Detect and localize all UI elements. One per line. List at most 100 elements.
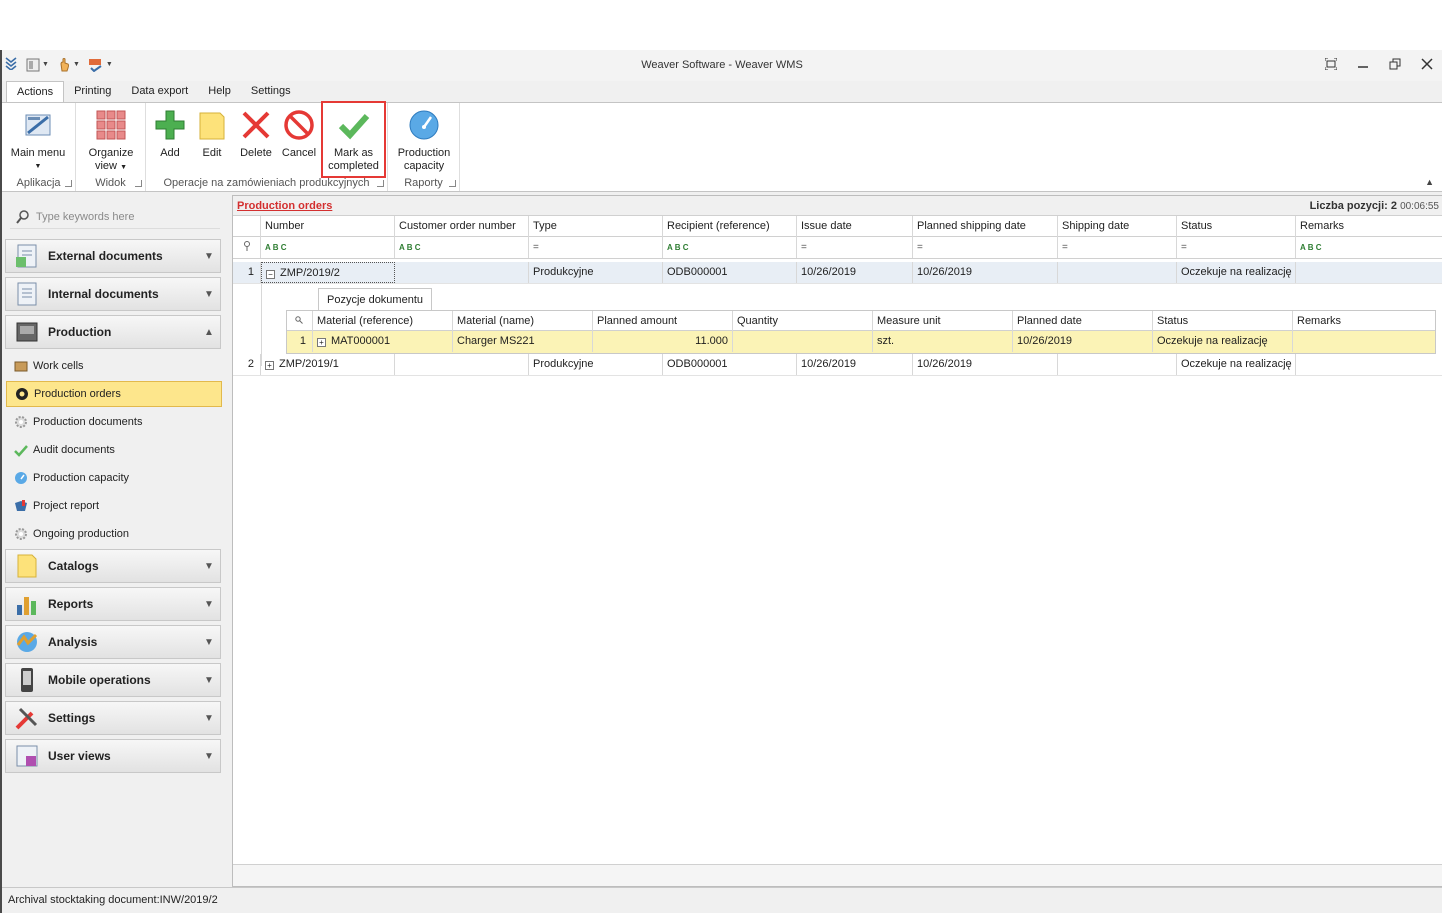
filter-status[interactable]: = xyxy=(1177,237,1296,258)
nav-group-analysis[interactable]: Analysis ▼ xyxy=(5,625,221,659)
column-header-shipping-date[interactable]: Shipping date xyxy=(1058,216,1177,237)
nav-group-production[interactable]: Production ▲ xyxy=(5,315,221,349)
filter-type[interactable]: = xyxy=(529,237,663,258)
group-label-operacje: Operacje na zamówieniach produkcyjnych xyxy=(163,177,370,189)
chevron-down-icon: ▼ xyxy=(204,636,214,648)
restore-icon[interactable] xyxy=(1388,57,1402,71)
production-capacity-button[interactable]: Production capacity xyxy=(392,107,456,173)
table-row[interactable]: 1 − ZMP/2019/2 Produkcyjne ODB000001 10/2… xyxy=(233,262,1442,284)
detail-column-material-name[interactable]: Material (name) xyxy=(453,311,593,331)
cancel-button[interactable]: Cancel xyxy=(279,107,319,160)
filter-number[interactable]: A B C xyxy=(261,237,395,258)
filter-shipping-date[interactable]: = xyxy=(1058,237,1177,258)
edit-button[interactable]: Edit xyxy=(194,107,230,160)
dialog-launcher-icon[interactable] xyxy=(377,180,384,187)
filter-remarks[interactable]: A B C xyxy=(1296,237,1442,258)
sidebar-item-production-orders[interactable]: Production orders xyxy=(6,381,222,407)
column-header-recipient[interactable]: Recipient (reference) xyxy=(663,216,797,237)
tab-settings[interactable]: Settings xyxy=(241,81,301,102)
edit-note-icon xyxy=(194,107,230,143)
column-header-issue-date[interactable]: Issue date xyxy=(797,216,913,237)
minimize-icon[interactable] xyxy=(1356,57,1370,71)
chevron-down-icon: ▼ xyxy=(204,750,214,762)
close-icon[interactable] xyxy=(1420,57,1434,71)
checkmark-icon xyxy=(336,107,372,143)
filter-recipient[interactable]: A B C xyxy=(663,237,797,258)
gear-icon xyxy=(15,416,27,428)
chevron-down-icon: ▼ xyxy=(204,288,214,300)
detail-column-planned-date[interactable]: Planned date xyxy=(1013,311,1153,331)
filter-pin-icon[interactable] xyxy=(233,237,261,258)
production-orders-panel: Production orders Liczba pozycji: 2 00:0… xyxy=(232,195,1442,887)
expand-row-icon[interactable]: + xyxy=(265,361,274,370)
tab-actions[interactable]: Actions xyxy=(6,81,65,102)
delete-x-icon xyxy=(238,107,274,143)
detail-column-remarks[interactable]: Remarks xyxy=(1293,311,1435,331)
detail-column-measure-unit[interactable]: Measure unit xyxy=(873,311,1013,331)
column-header-planned-shipping-date[interactable]: Planned shipping date xyxy=(913,216,1058,237)
record-count: Liczba pozycji: 2 xyxy=(1309,200,1397,212)
horizontal-scrollbar[interactable] xyxy=(233,864,1442,886)
sidebar-item-production-documents[interactable]: Production documents xyxy=(6,409,222,435)
dialog-launcher-icon[interactable] xyxy=(449,180,456,187)
column-header-customer-order[interactable]: Customer order number xyxy=(395,216,529,237)
document-icon xyxy=(16,244,37,268)
detail-header-row: Material (reference) Material (name) Pla… xyxy=(287,311,1435,331)
search-box[interactable]: Type keywords here xyxy=(10,205,220,229)
fullscreen-icon[interactable] xyxy=(1324,57,1338,71)
detail-column-material-ref[interactable]: Material (reference) xyxy=(313,311,453,331)
dialog-launcher-icon[interactable] xyxy=(65,180,72,187)
main-menu-button[interactable]: Main menu ▼ xyxy=(6,107,70,173)
sidebar-item-production-capacity[interactable]: Production capacity xyxy=(6,465,222,491)
nav-group-external-documents[interactable]: External documents ▼ xyxy=(5,239,221,273)
ribbon-group-widok: Organize view ▼ Widok xyxy=(76,103,146,191)
tab-data-export[interactable]: Data export xyxy=(121,81,198,102)
nav-group-internal-documents[interactable]: Internal documents ▼ xyxy=(5,277,221,311)
nav-group-mobile-operations[interactable]: Mobile operations ▼ xyxy=(5,663,221,697)
expand-row-icon[interactable]: + xyxy=(317,338,326,347)
sidebar-item-audit-documents[interactable]: Audit documents xyxy=(6,437,222,463)
filter-planned-shipping-date[interactable]: = xyxy=(913,237,1058,258)
detail-column-quantity[interactable]: Quantity xyxy=(733,311,873,331)
filter-issue-date[interactable]: = xyxy=(797,237,913,258)
organize-view-button[interactable]: Organize view ▼ xyxy=(82,107,140,174)
user-view-icon xyxy=(16,745,38,767)
detail-search-icon[interactable] xyxy=(287,311,313,331)
detail-row[interactable]: 1 + MAT000001 Charger MS221 11.000 szt. 1… xyxy=(287,331,1435,353)
column-header-type[interactable]: Type xyxy=(529,216,663,237)
sidebar-item-ongoing-production[interactable]: Ongoing production xyxy=(6,521,222,547)
nav-group-settings[interactable]: Settings ▼ xyxy=(5,701,221,735)
delete-button[interactable]: Delete xyxy=(236,107,276,160)
chevron-down-icon: ▼ xyxy=(204,674,214,686)
plus-icon xyxy=(152,107,188,143)
status-bar: Archival stocktaking document:INW/2019/2 xyxy=(2,887,1442,913)
add-button[interactable]: Add xyxy=(150,107,190,160)
column-header-remarks[interactable]: Remarks xyxy=(1296,216,1442,237)
dialog-launcher-icon[interactable] xyxy=(135,180,142,187)
tab-pozycje-dokumentu[interactable]: Pozycje dokumentu xyxy=(318,288,432,310)
ribbon-tab-bar: Actions Printing Data export Help Settin… xyxy=(2,81,1442,102)
table-row[interactable]: 2 + ZMP/2019/1 Produkcyjne ODB000001 10/2… xyxy=(233,354,1442,376)
nav-group-catalogs[interactable]: Catalogs ▼ xyxy=(5,549,221,583)
search-input[interactable]: Type keywords here xyxy=(36,211,134,223)
filter-customer-order[interactable]: A B C xyxy=(395,237,529,258)
sidebar-item-project-report[interactable]: Project report xyxy=(6,493,222,519)
gear-icon xyxy=(15,528,27,540)
collapse-ribbon-icon[interactable]: ▲ xyxy=(1425,177,1434,187)
detail-column-status[interactable]: Status xyxy=(1153,311,1293,331)
nav-group-reports[interactable]: Reports ▼ xyxy=(5,587,221,621)
tab-help[interactable]: Help xyxy=(198,81,241,102)
ribbon-group-raporty: Production capacity Raporty xyxy=(388,103,460,191)
collapse-row-icon[interactable]: − xyxy=(266,270,275,279)
sidebar-item-work-cells[interactable]: Work cells xyxy=(6,353,222,379)
mark-as-completed-button[interactable]: Mark as completed xyxy=(321,101,386,178)
tab-printing[interactable]: Printing xyxy=(64,81,121,102)
column-header-number[interactable]: Number xyxy=(261,216,395,237)
chevron-down-icon: ▼ xyxy=(204,598,214,610)
panel-title[interactable]: Production orders xyxy=(237,200,332,212)
ribbon: Main menu ▼ Aplikacja Organize view ▼ Wi… xyxy=(2,101,1442,192)
detail-column-planned-amount[interactable]: Planned amount xyxy=(593,311,733,331)
nav-group-user-views[interactable]: User views ▼ xyxy=(5,739,221,773)
equals-filter-icon: = xyxy=(1181,242,1187,253)
column-header-status[interactable]: Status xyxy=(1177,216,1296,237)
